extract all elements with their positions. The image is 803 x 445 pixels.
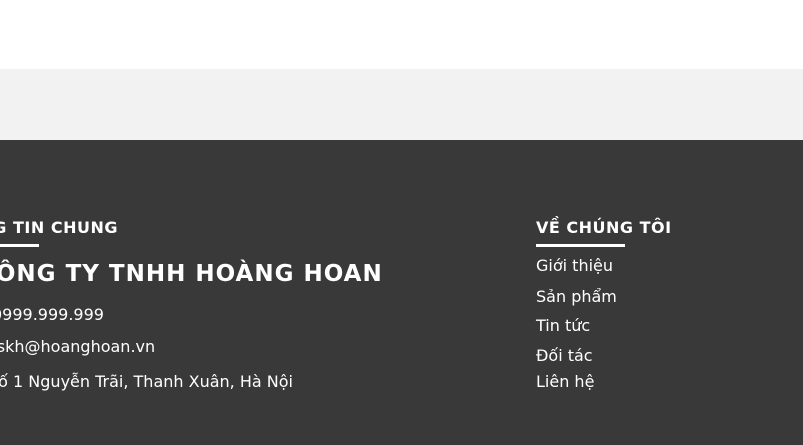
general-info-heading: THÔNG TIN CHUNG — [0, 218, 118, 237]
about-underline — [536, 244, 625, 247]
footer-link-products[interactable]: Sản phẩm — [536, 287, 617, 306]
footer-link-partners[interactable]: Đối tác — [536, 346, 593, 365]
gray-band — [0, 69, 803, 140]
site-footer: THÔNG TIN CHUNG CÔNG TY TNHH HOÀNG HOAN … — [0, 140, 803, 445]
page-content-area — [0, 0, 803, 69]
footer-link-contact[interactable]: Liên hệ — [536, 372, 594, 391]
footer-link-news[interactable]: Tin tức — [536, 316, 590, 335]
general-info-underline — [0, 244, 39, 247]
phone-number[interactable]: 0999.999.999 — [0, 305, 104, 324]
footer-link-about[interactable]: Giới thiệu — [536, 256, 613, 275]
address: Số 1 Nguyễn Trãi, Thanh Xuân, Hà Nội — [0, 372, 293, 391]
page: THÔNG TIN CHUNG CÔNG TY TNHH HOÀNG HOAN … — [0, 0, 803, 445]
about-heading: VỀ CHÚNG TÔI — [536, 218, 672, 237]
company-name: CÔNG TY TNHH HOÀNG HOAN — [0, 261, 383, 287]
email-address[interactable]: cskh@hoanghoan.vn — [0, 337, 155, 356]
